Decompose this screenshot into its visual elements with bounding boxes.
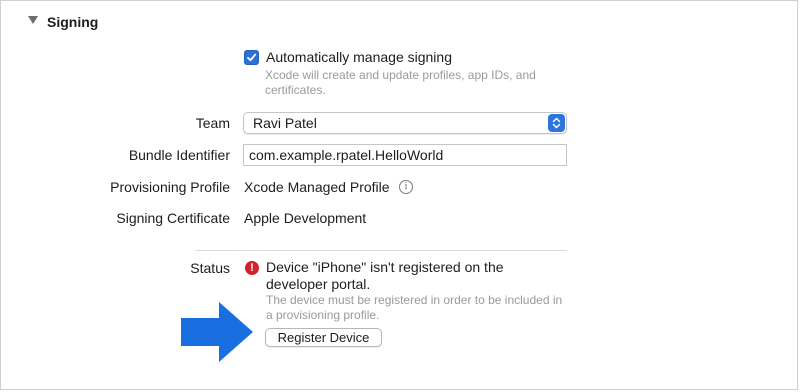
auto-manage-signing-checkbox[interactable] — [244, 50, 259, 65]
bundle-identifier-field[interactable] — [244, 145, 566, 165]
team-select[interactable]: Ravi Patel — [243, 112, 567, 134]
disclosure-triangle-icon[interactable] — [28, 16, 38, 24]
bundle-identifier-field-wrapper — [243, 144, 567, 166]
pointer-arrow-icon — [181, 302, 253, 362]
bundle-identifier-label: Bundle Identifier — [128, 147, 230, 163]
info-icon[interactable]: i — [399, 180, 413, 194]
provisioning-profile-label: Provisioning Profile — [110, 179, 230, 195]
section-title: Signing — [47, 14, 99, 30]
checkmark-icon — [247, 53, 257, 62]
status-message: Device "iPhone" isn't registered on the … — [266, 259, 504, 292]
auto-manage-signing-label[interactable]: Automatically manage signing — [266, 49, 452, 65]
team-label: Team — [195, 115, 230, 131]
error-icon: ! — [245, 261, 259, 275]
auto-manage-signing-help: Xcode will create and update profiles, a… — [265, 68, 536, 97]
register-device-button[interactable]: Register Device — [265, 328, 382, 347]
status-help: The device must be registered in order t… — [266, 293, 563, 322]
signing-panel: Signing Automatically manage signing Xco… — [0, 0, 798, 390]
popup-chevrons-icon — [548, 114, 565, 132]
divider — [195, 250, 567, 251]
provisioning-profile-value: Xcode Managed Profile — [244, 179, 390, 195]
team-select-value: Ravi Patel — [253, 115, 317, 131]
status-label: Status — [190, 260, 230, 276]
signing-certificate-value: Apple Development — [244, 210, 367, 226]
signing-certificate-label: Signing Certificate — [116, 210, 230, 226]
